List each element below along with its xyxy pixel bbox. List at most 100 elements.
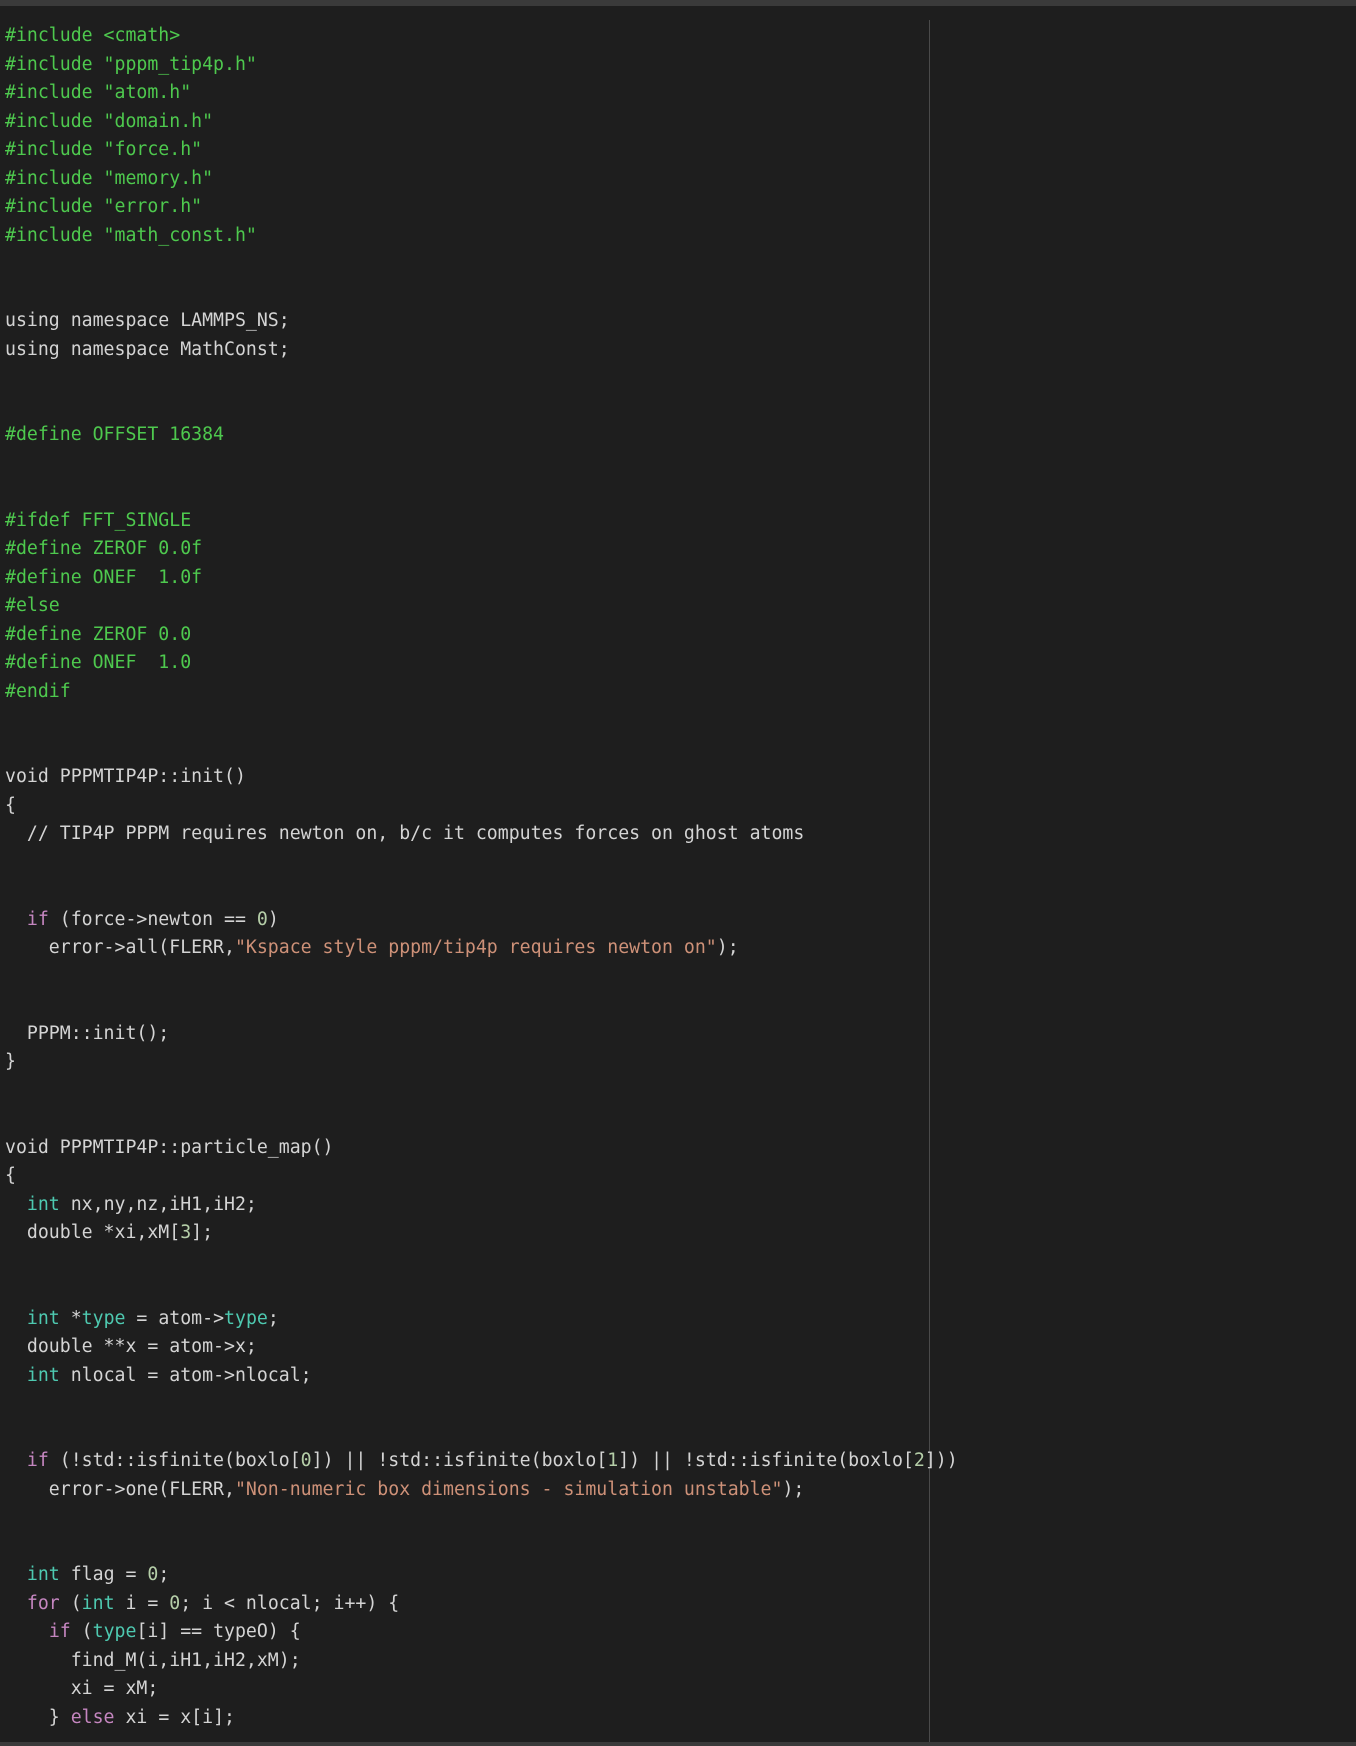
code-line: #include "memory.h"	[5, 165, 958, 194]
code-token: void PPPMTIP4P::particle_map()	[5, 1136, 334, 1158]
code-token: #define ONEF 1.0	[5, 652, 192, 673]
code-token: #define ONEF 1.0f	[5, 566, 203, 588]
code-line: #include "atom.h"	[5, 79, 958, 108]
code-line: find_M(i,iH1,iH2,xM);	[5, 1647, 958, 1676]
code-line: #include "force.h"	[5, 136, 958, 165]
code-line: #define ONEF 1.0	[5, 649, 958, 678]
code-token: ]) || !std::isfinite(boxlo[	[311, 1450, 608, 1471]
code-token: ;	[267, 1307, 279, 1329]
code-token: xi = xM;	[5, 1678, 159, 1699]
code-line: #include "pppm_tip4p.h"	[5, 51, 958, 80]
code-token: #define OFFSET 16384	[5, 424, 224, 445]
code-line: void PPPMTIP4P::init()	[5, 763, 958, 792]
code-line: } else xi = x[i];	[5, 1704, 958, 1733]
code-token: {	[5, 1165, 16, 1186]
code-token: 0	[147, 1564, 159, 1585]
code-token: int	[26, 1193, 60, 1215]
code-token: if	[48, 1621, 71, 1642]
code-token: 2	[913, 1450, 925, 1471]
code-token: // TIP4P PPPM requires newton on, b/c it…	[5, 823, 805, 844]
code-token: flag =	[59, 1564, 148, 1585]
code-token: (	[70, 1621, 93, 1642]
code-token: using namespace LAMMPS_NS;	[5, 310, 290, 331]
code-token: type	[92, 1621, 137, 1642]
code-token: if	[26, 908, 49, 930]
code-line: #include <cmath>	[5, 22, 958, 51]
code-token: #include "memory.h"	[5, 167, 214, 189]
code-token: 0	[169, 1592, 181, 1614]
code-line: #include "error.h"	[5, 193, 958, 222]
code-line: if (type[i] == typeO) {	[5, 1618, 958, 1647]
code-token: nlocal = atom->nlocal;	[59, 1364, 312, 1386]
code-token: "Non-numeric box dimensions - simulation…	[234, 1478, 783, 1500]
code-line: xi = xM;	[5, 1675, 958, 1704]
code-line: PPPM::init();	[5, 1020, 958, 1049]
code-line: #ifdef FFT_SINGLE	[5, 507, 958, 536]
code-line: #include "math_const.h"	[5, 222, 958, 251]
code-token: 3	[180, 1222, 192, 1243]
code-line: int nx,ny,nz,iH1,iH2;	[5, 1191, 958, 1220]
code-token: #include "force.h"	[5, 139, 203, 160]
code-token: #else	[5, 595, 60, 616]
code-line: int nlocal = atom->nlocal;	[5, 1362, 958, 1391]
code-token: (!std::isfinite(boxlo[	[48, 1450, 301, 1471]
code-token: (	[59, 1592, 82, 1614]
code-token: ]) || !std::isfinite(boxlo[	[618, 1450, 914, 1471]
code-token: error->all(FLERR,	[5, 937, 235, 958]
code-token: = atom->	[125, 1307, 225, 1329]
code-editor[interactable]: #include <cmath> #include "pppm_tip4p.h" #…	[5, 22, 958, 1732]
code-token: ;	[158, 1564, 170, 1585]
code-token: #include "atom.h"	[5, 82, 192, 103]
code-token: ; i < nlocal; i++) {	[180, 1592, 400, 1614]
code-token: double **x = atom->x;	[5, 1336, 257, 1357]
code-token: }	[5, 1706, 71, 1728]
code-token: [i] == typeO) {	[136, 1621, 301, 1642]
code-line: int flag = 0;	[5, 1561, 958, 1590]
code-line: #define ONEF 1.0f	[5, 564, 958, 593]
code-line: {	[5, 1162, 958, 1191]
code-token: find_M(i,iH1,iH2,xM);	[5, 1649, 301, 1671]
code-line: using namespace MathConst;	[5, 336, 958, 365]
code-token: );	[716, 937, 739, 958]
code-token: type	[81, 1307, 126, 1329]
editor-bottom-bar	[0, 1742, 1356, 1746]
code-token: 1	[607, 1450, 619, 1471]
code-token: for	[26, 1592, 60, 1614]
code-line: #define OFFSET 16384	[5, 421, 958, 450]
code-token: #define ZEROF 0.0	[5, 623, 192, 645]
code-token: 0	[256, 908, 268, 930]
code-token: );	[782, 1478, 805, 1500]
code-line: // TIP4P PPPM requires newton on, b/c it…	[5, 820, 958, 849]
code-token: i =	[114, 1592, 170, 1614]
code-token: int	[81, 1592, 115, 1614]
code-line: #include "domain.h"	[5, 108, 958, 137]
code-line: error->one(FLERR,"Non-numeric box dimens…	[5, 1476, 958, 1505]
code-token: #include "pppm_tip4p.h"	[5, 53, 257, 75]
code-line: if (force->newton == 0)	[5, 906, 958, 935]
code-token: xi = x[i];	[114, 1706, 235, 1728]
code-token: #endif	[5, 680, 71, 702]
code-token: #include "domain.h"	[5, 110, 214, 132]
